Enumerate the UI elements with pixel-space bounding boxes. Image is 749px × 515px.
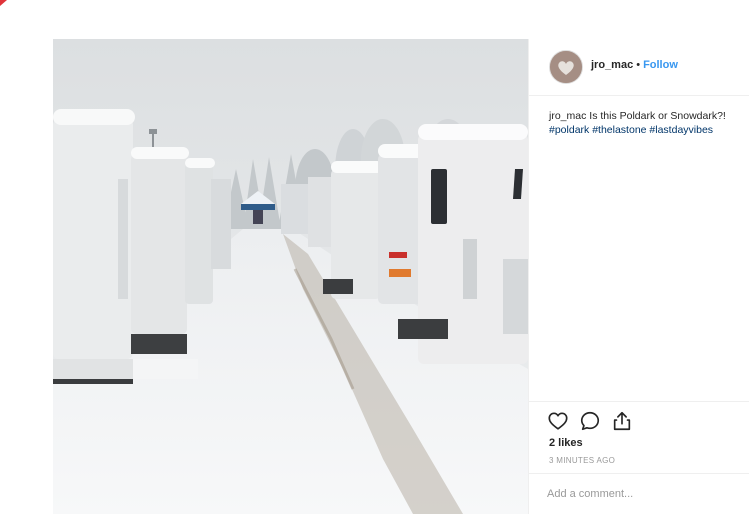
separator-dot: • [636,59,641,71]
post-actions: 2 likes 3 MINUTES AGO [529,401,749,474]
snowy-trailers-image [53,39,528,514]
hashtag-link[interactable]: #thelastone [592,124,646,136]
heart-icon[interactable] [547,410,569,432]
red-corner-mark [0,0,7,6]
caption-text: Is this Poldark or Snowdark?! [586,110,726,122]
post-timestamp: 3 MINUTES AGO [549,456,616,465]
post-header: jro_mac • Follow [529,39,749,96]
header-text: jro_mac • Follow [591,59,678,71]
likes-count[interactable]: 2 likes [549,437,583,449]
hashtag-link[interactable]: #lastdayvibes [649,124,713,136]
comment-bubble-icon[interactable] [579,410,601,432]
share-icon[interactable] [611,410,633,432]
comment-input[interactable] [547,486,737,502]
avatar[interactable] [549,50,583,84]
avatar-heart-icon [550,51,582,83]
follow-button[interactable]: Follow [643,59,678,71]
caption-username[interactable]: jro_mac [549,110,586,122]
post-caption: jro_mac Is this Poldark or Snowdark?! #p… [549,109,744,137]
post-photo[interactable] [53,39,528,514]
post-side-panel: jro_mac • Follow jro_mac Is this Poldark o… [528,39,749,514]
comment-section [529,473,749,515]
hashtag-link[interactable]: #poldark [549,124,589,136]
username-link[interactable]: jro_mac [591,59,633,71]
